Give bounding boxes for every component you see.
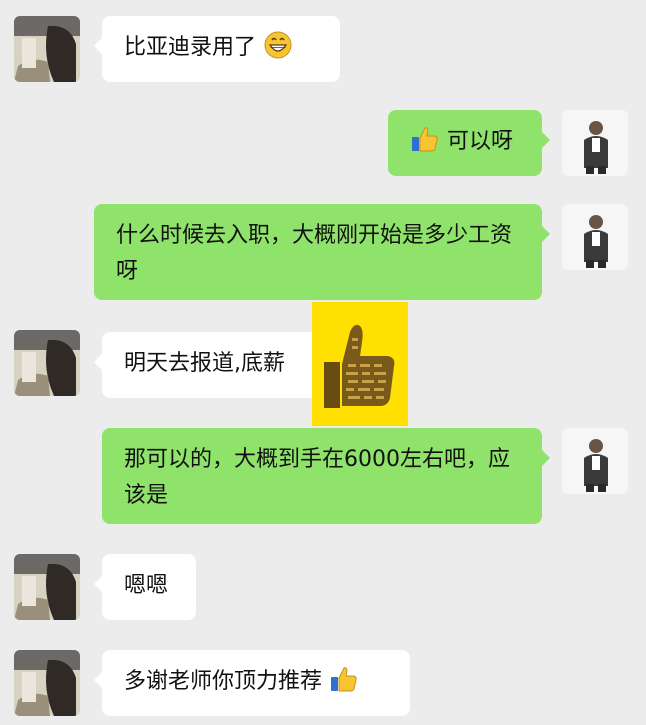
message-bubble-received[interactable]: 比亚迪录用了 [94, 16, 340, 82]
contact-avatar-image [14, 554, 80, 620]
contact-avatar-image [14, 650, 80, 716]
message-bubble-received[interactable]: 嗯嗯 [94, 554, 196, 620]
thumbs-up-icon [412, 127, 438, 152]
message-bubble-sent[interactable]: 那可以的，大概到手在6000左右吧，应该是 [102, 428, 550, 524]
contact-avatar[interactable] [14, 16, 80, 82]
contact-avatar[interactable] [14, 650, 80, 716]
own-avatar-image [562, 428, 628, 494]
contact-avatar-image [14, 330, 80, 396]
message-text: 多谢老师你顶力推荐 [124, 669, 323, 694]
own-avatar-image [562, 204, 628, 270]
message-bubble-sent[interactable]: 可以呀 [388, 110, 550, 176]
own-avatar[interactable] [562, 204, 628, 270]
message-text: 什么时候去入职，大概刚开始是多少工资呀 [116, 223, 513, 284]
thumbs-up-sticker [312, 302, 408, 426]
message-bubble-sent[interactable]: 什么时候去入职，大概刚开始是多少工资呀 [94, 204, 550, 300]
message-bubble-received[interactable]: 明天去报道,底薪 [94, 332, 336, 398]
own-avatar[interactable] [562, 110, 628, 176]
thumbs-up-icon [331, 667, 357, 692]
contact-avatar-image [14, 16, 80, 82]
chat-window: 比亚迪录用了 可以呀 什么时候去入职，大概刚开始是多少工资呀 明天去报道,底薪 … [0, 0, 646, 725]
thumbs-up-sticker-icon [312, 302, 408, 426]
message-text: 嗯嗯 [124, 573, 169, 598]
message-text: 比亚迪录用了 [124, 35, 257, 60]
grinning-face-icon [264, 31, 292, 59]
message-bubble-received[interactable]: 多谢老师你顶力推荐 [94, 650, 410, 716]
contact-avatar[interactable] [14, 330, 80, 396]
contact-avatar[interactable] [14, 554, 80, 620]
own-avatar-image [562, 110, 628, 176]
message-text: 可以呀 [447, 129, 514, 154]
message-text: 明天去报道,底薪 [124, 351, 285, 376]
own-avatar[interactable] [562, 428, 628, 494]
message-text: 那可以的，大概到手在6000左右吧，应该是 [124, 447, 510, 508]
